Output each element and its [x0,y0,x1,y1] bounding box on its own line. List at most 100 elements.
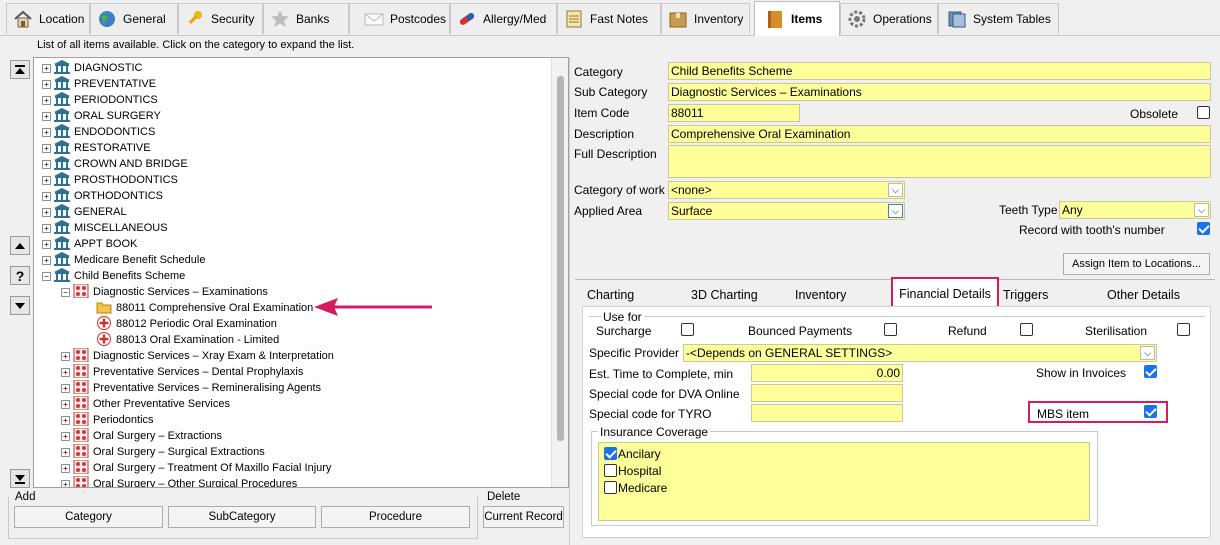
refund-checkbox[interactable] [1020,323,1033,336]
record-tooth-checkbox[interactable] [1197,222,1210,235]
tree-subcategory[interactable]: + Diagnostic Services – Xray Exam & Inter… [61,347,334,364]
tab-operations[interactable]: Operations [840,3,938,34]
move-bottom-button[interactable] [10,469,30,488]
tab-postcodes[interactable]: Postcodes [349,3,450,34]
obsolete-checkbox[interactable] [1197,106,1210,119]
applied-area-select[interactable]: Surface ⌵ [668,202,905,220]
expand-icon[interactable]: + [42,239,51,249]
tree-category[interactable]: + RESTORATIVE [42,139,151,156]
tree-subcategory[interactable]: + Preventative Services – Remineralising … [61,379,321,396]
tree-category[interactable]: + Medicare Benefit Schedule [42,251,205,268]
tree-category[interactable]: + PREVENTATIVE [42,75,156,92]
tree-category[interactable]: + PROSTHODONTICS [42,171,178,188]
bounced-checkbox[interactable] [884,323,897,336]
chevron-down-icon[interactable]: ⌵ [888,183,903,197]
move-up-button[interactable] [10,236,30,255]
tree-subcategory[interactable]: + Oral Surgery – Surgical Extractions [61,443,265,460]
expand-icon[interactable]: + [61,367,70,377]
expand-icon[interactable]: + [42,79,51,89]
tree-subcategory[interactable]: + Preventative Services – Dental Prophyla… [61,363,303,380]
tab-charting[interactable]: Charting [583,283,683,307]
tree-category[interactable]: + PERIODONTICS [42,91,158,108]
move-top-button[interactable] [10,60,30,79]
show-invoices-checkbox[interactable] [1144,365,1157,378]
expand-icon[interactable]: + [42,191,51,201]
insurance-list[interactable] [598,442,1090,521]
ancilary-checkbox[interactable] [604,447,617,460]
expand-icon[interactable]: + [42,111,51,121]
tab-fast-notes[interactable]: Fast Notes [557,3,661,34]
expand-icon[interactable]: + [61,431,70,441]
collapse-icon[interactable]: − [61,287,70,297]
item-code-field[interactable]: 88011 [668,104,800,122]
expand-icon[interactable]: + [61,463,70,473]
add-procedure-button[interactable]: Procedure [321,506,470,528]
expand-icon[interactable]: + [61,479,70,487]
tab-items[interactable]: Items [754,1,840,36]
expand-icon[interactable]: + [42,63,51,73]
tyro-field[interactable] [751,404,903,422]
tree-category[interactable]: + CROWN AND BRIDGE [42,155,188,172]
tab-other-details[interactable]: Other Details [1103,283,1203,307]
category-of-work-select[interactable]: <none> ⌵ [668,181,905,199]
move-down-button[interactable] [10,296,30,315]
tree-subcategory[interactable]: + Oral Surgery – Other Surgical Procedure… [61,475,297,487]
tree-item[interactable]: 88012 Periodic Oral Examination [96,315,277,332]
delete-current-record-button[interactable]: Current Record [483,506,564,528]
tree-category[interactable]: + ORAL SURGERY [42,107,161,124]
provider-select[interactable]: -<Depends on GENERAL SETTINGS> ⌵ [683,344,1157,362]
teeth-type-select[interactable]: Any ⌵ [1059,201,1211,219]
tab-security[interactable]: Security [178,3,263,34]
mbs-checkbox[interactable] [1144,405,1157,418]
sterilisation-checkbox[interactable] [1177,323,1190,336]
tree-scrollbar[interactable] [551,58,568,487]
expand-icon[interactable]: + [61,399,70,409]
expand-icon[interactable]: + [42,143,51,153]
tree-category[interactable]: + ENDODONTICS [42,123,155,140]
tab-inventory[interactable]: Inventory [661,3,750,34]
tree-category[interactable]: + DIAGNOSTIC [42,59,142,76]
hospital-checkbox[interactable] [604,464,617,477]
expand-icon[interactable]: + [61,415,70,425]
medicare-checkbox[interactable] [604,481,617,494]
help-button[interactable]: ? [10,266,30,285]
expand-icon[interactable]: + [42,207,51,217]
tab-location[interactable]: Location [6,3,90,34]
tab-system-tables[interactable]: System Tables [938,3,1059,34]
tree-subcategory[interactable]: − Diagnostic Services – Examinations [61,283,268,300]
category-field[interactable]: Child Benefits Scheme [668,62,1211,80]
tab-allergy-med[interactable]: Allergy/Med [450,3,557,34]
expand-icon[interactable]: + [42,223,51,233]
add-subcategory-button[interactable]: SubCategory [168,506,316,528]
subcategory-field[interactable]: Diagnostic Services – Examinations [668,83,1211,101]
tree-subcategory[interactable]: + Other Preventative Services [61,395,230,412]
assign-locations-button[interactable]: Assign Item to Locations... [1063,253,1210,275]
dva-field[interactable] [751,384,903,402]
tab-banks[interactable]: Banks [263,3,349,34]
expand-icon[interactable]: + [42,127,51,137]
tab-general[interactable]: General [90,3,178,34]
tree-category[interactable]: + MISCELLANEOUS [42,219,168,236]
add-category-button[interactable]: Category [14,506,163,528]
expand-icon[interactable]: + [61,383,70,393]
tree-category[interactable]: + APPT BOOK [42,235,137,252]
tree-subcategory[interactable]: + Oral Surgery – Extractions [61,427,222,444]
tab-triggers[interactable]: Triggers [999,283,1099,307]
tree-subcategory[interactable]: + Periodontics [61,411,154,428]
expand-icon[interactable]: − [42,271,51,281]
tab-financial-details[interactable]: Financial Details [891,277,999,309]
expand-icon[interactable]: + [42,95,51,105]
chevron-down-icon[interactable]: ⌵ [1194,203,1209,217]
surcharge-checkbox[interactable] [681,323,694,336]
description-field[interactable]: Comprehensive Oral Examination [668,125,1211,143]
expand-icon[interactable]: + [42,255,51,265]
tree-subcategory[interactable]: + Oral Surgery – Treatment Of Maxillo Fac… [61,459,331,476]
chevron-down-icon[interactable]: ⌵ [1140,346,1155,360]
tab-3d-charting[interactable]: 3D Charting [687,283,787,307]
expand-icon[interactable]: + [61,351,70,361]
item-tree[interactable]: + DIAGNOSTIC + PREVENTATIVE + PERIODONTICS + OR… [33,57,569,488]
chevron-down-icon[interactable]: ⌵ [888,204,903,218]
tab-inventory-sub[interactable]: Inventory [791,283,891,307]
expand-icon[interactable]: + [61,447,70,457]
expand-icon[interactable]: + [42,159,51,169]
